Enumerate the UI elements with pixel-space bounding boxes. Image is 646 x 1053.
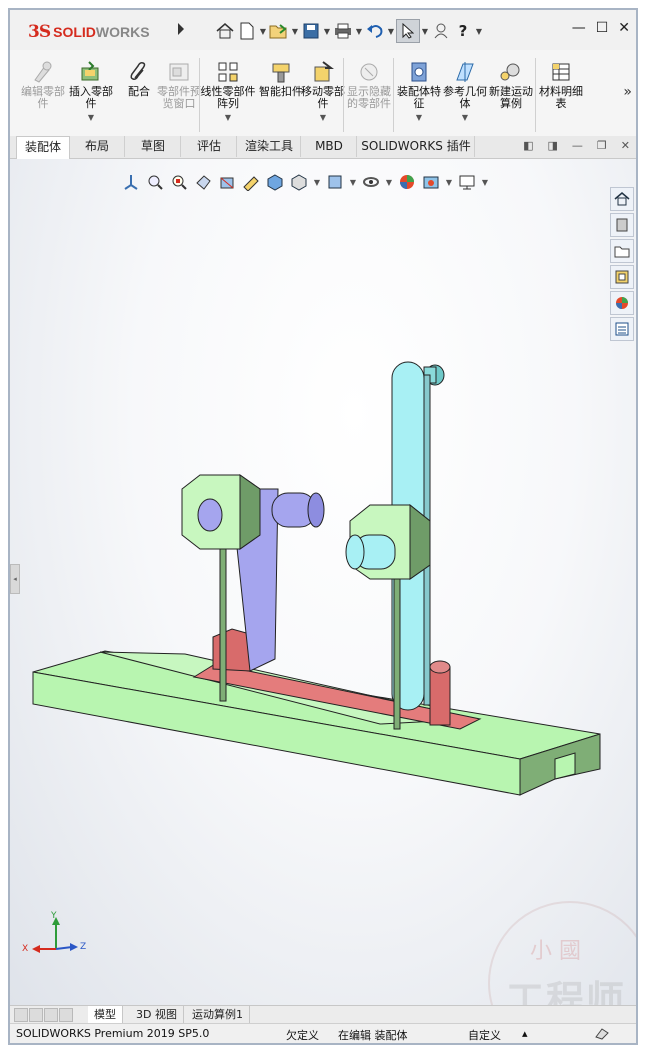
window-controls: — ☐ ✕ bbox=[572, 20, 630, 36]
doc-close-icon[interactable]: ✕ bbox=[621, 139, 630, 152]
left-support-block bbox=[212, 628, 251, 672]
tab-sketch[interactable]: 草图 bbox=[126, 136, 181, 157]
tile-left-icon[interactable]: ◧ bbox=[523, 139, 533, 152]
command-manager-tabs: 装配体 布局 草图 评估 渲染工具 MBD SOLIDWORKS 插件 ◧ ◨ … bbox=[10, 136, 636, 159]
chevron-down-icon[interactable]: ▼ bbox=[66, 112, 116, 124]
right-vertical-rod bbox=[393, 578, 401, 730]
component-preview-window-button[interactable]: 零部件预览窗口 bbox=[154, 54, 204, 134]
left-bearing-shaft bbox=[197, 498, 223, 532]
tab-layout[interactable]: 布局 bbox=[70, 136, 125, 157]
chevron-down-icon[interactable]: ▼ bbox=[420, 27, 430, 36]
linear-pattern-icon bbox=[216, 60, 240, 84]
chevron-down-icon[interactable]: ▼ bbox=[200, 112, 256, 124]
quick-access-toolbar: ▼ ▼ ▼ ▼ ▼ ▼ ? ▼ bbox=[214, 19, 484, 43]
reference-geometry-button[interactable]: 参考几何体 ▼ bbox=[440, 54, 490, 134]
linear-component-pattern-button[interactable]: 线性零部件阵列 ▼ bbox=[200, 54, 256, 134]
status-bar: SOLIDWORKS Premium 2019 SP5.0 欠定义 在编辑 装配… bbox=[10, 1023, 636, 1043]
command-manager-ribbon: 编辑零部件 插入零部件 ▼ 配合 零部件预览窗口 线性零部件阵列 ▼ 智能扣件 … bbox=[10, 50, 636, 137]
select-pointer-icon[interactable] bbox=[396, 19, 420, 43]
mate-paperclip-icon bbox=[127, 60, 151, 84]
doc-restore-icon[interactable]: ❐ bbox=[597, 139, 607, 152]
bill-of-materials-button[interactable]: 材料明细表 bbox=[536, 54, 586, 134]
doc-minimize-icon[interactable]: — bbox=[572, 139, 583, 152]
help-icon[interactable]: ? bbox=[452, 20, 474, 42]
menu-expand-arrow-icon[interactable] bbox=[176, 22, 190, 38]
motion-study-icon bbox=[499, 60, 523, 84]
tab-model[interactable]: 模型 bbox=[88, 1006, 123, 1023]
move-component-icon bbox=[311, 60, 335, 84]
print-icon[interactable] bbox=[332, 20, 354, 42]
coordinate-triad: Y X Z bbox=[22, 911, 87, 954]
chevron-down-icon[interactable]: ▼ bbox=[474, 27, 484, 36]
new-document-icon[interactable] bbox=[236, 20, 258, 42]
show-hidden-icon bbox=[357, 60, 381, 84]
title-bar: 3S SOLIDWORKS ▼ ▼ ▼ ▼ ▼ ▼ ? ▼ — ☐ ✕ bbox=[10, 10, 636, 50]
tab-render-tools[interactable]: 渲染工具 bbox=[238, 136, 301, 157]
maximize-icon[interactable]: ☐ bbox=[596, 20, 609, 36]
definition-status-text: 欠定义 bbox=[286, 1029, 319, 1042]
open-file-icon[interactable] bbox=[268, 20, 290, 42]
tile-right-icon[interactable]: ◨ bbox=[548, 139, 558, 152]
smart-fastener-icon bbox=[269, 60, 293, 84]
right-support-pin bbox=[429, 666, 451, 726]
right-bearing-shaft-end bbox=[345, 534, 365, 570]
right-support-pin-top bbox=[429, 660, 451, 674]
chevron-down-icon[interactable]: ▼ bbox=[354, 27, 364, 36]
bill-of-materials-icon bbox=[549, 60, 573, 84]
units-caret-icon[interactable]: ▴ bbox=[522, 1027, 528, 1040]
minimize-icon[interactable]: — bbox=[572, 20, 586, 36]
tab-3d-views[interactable]: 3D 视图 bbox=[130, 1006, 184, 1023]
edit-component-icon bbox=[31, 60, 55, 84]
chevron-down-icon[interactable]: ▼ bbox=[394, 112, 444, 124]
tab-scroll-buttons[interactable] bbox=[14, 1008, 73, 1022]
edit-component-button[interactable]: 编辑零部件 bbox=[18, 54, 68, 134]
document-window-controls: ◧ ◨ — ❐ ✕ bbox=[523, 139, 630, 152]
graphics-area[interactable]: ▼ ▼ ▼ ▼ ▼ ◂ Y X Z 小 國 工程师 bbox=[10, 159, 636, 1005]
insert-component-button[interactable]: 插入零部件 ▼ bbox=[66, 54, 116, 134]
tab-solidworks-addins[interactable]: SOLIDWORKS 插件 bbox=[358, 136, 475, 157]
assembly-features-button[interactable]: 装配体特征 ▼ bbox=[394, 54, 444, 134]
assembly-features-icon bbox=[407, 60, 431, 84]
chevron-down-icon[interactable]: ▼ bbox=[258, 27, 268, 36]
solidworks-window: 3S SOLIDWORKS ▼ ▼ ▼ ▼ ▼ ▼ ? ▼ — ☐ ✕ 编辑零部… bbox=[8, 8, 638, 1045]
tab-motion-study-1[interactable]: 运动算例1 bbox=[186, 1006, 250, 1023]
product-version-text: SOLIDWORKS Premium 2019 SP5.0 bbox=[16, 1027, 210, 1040]
left-vertical-rod bbox=[219, 548, 227, 702]
quick-tips-icon[interactable] bbox=[594, 1027, 610, 1043]
chevron-down-icon[interactable]: ▼ bbox=[440, 112, 490, 124]
tab-mbd[interactable]: MBD bbox=[302, 136, 357, 157]
tab-assembly[interactable]: 装配体 bbox=[16, 136, 70, 159]
show-hidden-components-button[interactable]: 显示隐藏的零部件 bbox=[344, 54, 394, 134]
units-selector[interactable]: 自定义 bbox=[468, 1027, 501, 1043]
watermark-line-2: 工程师 bbox=[506, 977, 627, 1005]
bottom-tabs: 模型 3D 视图 运动算例1 bbox=[10, 1005, 636, 1024]
home-icon[interactable] bbox=[214, 20, 236, 42]
purple-crank-pin-end bbox=[307, 492, 325, 528]
user-icon[interactable] bbox=[430, 20, 452, 42]
save-icon[interactable] bbox=[300, 20, 322, 42]
component-preview-icon bbox=[167, 60, 191, 84]
insert-component-icon bbox=[79, 60, 103, 84]
watermark-line-1: 小 國 bbox=[530, 939, 581, 964]
chevron-down-icon[interactable]: ▼ bbox=[386, 27, 396, 36]
ds-logo-mark: 3S bbox=[28, 22, 51, 42]
chevron-down-icon[interactable]: ▼ bbox=[298, 112, 348, 124]
chevron-down-icon[interactable]: ▼ bbox=[290, 27, 300, 36]
ribbon-more-icon[interactable]: » bbox=[623, 84, 632, 100]
close-icon[interactable]: ✕ bbox=[618, 20, 630, 36]
assembly-model-view[interactable] bbox=[10, 159, 636, 1005]
solidworks-logo[interactable]: 3S SOLIDWORKS bbox=[28, 18, 178, 46]
edit-mode-text: 在编辑 装配体 bbox=[338, 1029, 408, 1042]
tab-evaluate[interactable]: 评估 bbox=[182, 136, 237, 157]
undo-icon[interactable] bbox=[364, 20, 386, 42]
move-component-button[interactable]: 移动零部件 ▼ bbox=[298, 54, 348, 134]
chevron-down-icon[interactable]: ▼ bbox=[322, 27, 332, 36]
new-motion-study-button[interactable]: 新建运动算例 bbox=[486, 54, 536, 134]
reference-geometry-icon bbox=[453, 60, 477, 84]
